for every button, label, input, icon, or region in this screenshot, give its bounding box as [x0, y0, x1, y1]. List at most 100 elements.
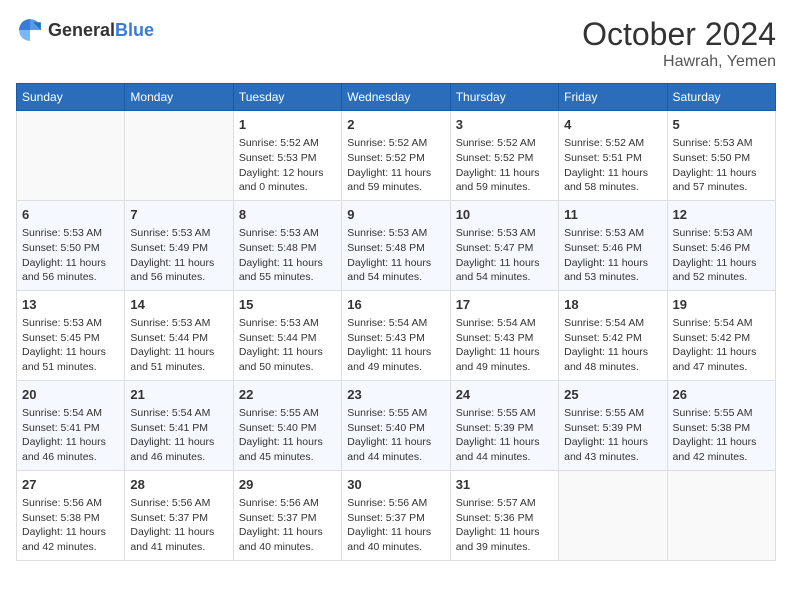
calendar-cell: 12 Sunrise: 5:53 AMSunset: 5:46 PMDayligh… [667, 200, 775, 290]
calendar-cell: 7Sunrise: 5:53 AMSunset: 5:49 PMDaylight… [125, 200, 233, 290]
calendar-cell: 29 Sunrise: 5:56 AMSunset: 5:37 PMDayligh… [233, 470, 341, 560]
calendar-cell: 26 Sunrise: 5:55 AMSunset: 5:38 PMDayligh… [667, 380, 775, 470]
calendar-cell [17, 111, 125, 201]
day-number: 3 [456, 116, 553, 134]
day-number: 26 [673, 386, 770, 404]
day-info: Sunrise: 5:53 AMSunset: 5:46 PMDaylight:… [564, 226, 661, 285]
day-info: Sunrise: 5:56 AMSunset: 5:37 PMDaylight:… [347, 496, 444, 555]
day-number: 27 [22, 476, 119, 494]
day-number: 14 [130, 296, 227, 314]
day-info: Sunrise: 5:54 AMSunset: 5:42 PMDaylight:… [673, 316, 770, 375]
weekday-header: Monday [125, 84, 233, 111]
day-number: 23 [347, 386, 444, 404]
weekday-header: Tuesday [233, 84, 341, 111]
day-info: Sunrise: 5:53 AMSunset: 5:44 PMDaylight:… [130, 316, 227, 375]
day-number: 25 [564, 386, 661, 404]
calendar-cell: 8Sunrise: 5:53 AMSunset: 5:48 PMDaylight… [233, 200, 341, 290]
weekday-header: Saturday [667, 84, 775, 111]
day-info: Sunrise: 5:54 AMSunset: 5:41 PMDaylight:… [130, 406, 227, 465]
weekday-header: Wednesday [342, 84, 450, 111]
calendar-cell: 1 Sunrise: 5:52 AMSunset: 5:53 PMDaylight… [233, 111, 341, 201]
day-number: 16 [347, 296, 444, 314]
calendar-week-row: 1 Sunrise: 5:52 AMSunset: 5:53 PMDaylight… [17, 111, 776, 201]
calendar-cell: 6Sunrise: 5:53 AMSunset: 5:50 PMDaylight… [17, 200, 125, 290]
day-number: 31 [456, 476, 553, 494]
logo-icon [16, 16, 44, 44]
day-info: Sunrise: 5:54 AMSunset: 5:43 PMDaylight:… [456, 316, 553, 375]
title-block: October 2024 Hawrah, Yemen [582, 16, 776, 71]
day-info: Sunrise: 5:54 AMSunset: 5:43 PMDaylight:… [347, 316, 444, 375]
logo: GeneralBlue [16, 16, 154, 44]
day-info: Sunrise: 5:53 AMSunset: 5:45 PMDaylight:… [22, 316, 119, 375]
day-info: Sunrise: 5:56 AMSunset: 5:37 PMDaylight:… [239, 496, 336, 555]
calendar-cell: 24 Sunrise: 5:55 AMSunset: 5:39 PMDayligh… [450, 380, 558, 470]
calendar-cell: 2 Sunrise: 5:52 AMSunset: 5:52 PMDaylight… [342, 111, 450, 201]
day-number: 2 [347, 116, 444, 134]
day-number: 15 [239, 296, 336, 314]
calendar-cell: 15 Sunrise: 5:53 AMSunset: 5:44 PMDayligh… [233, 290, 341, 380]
day-number: 11 [564, 206, 661, 224]
day-number: 5 [673, 116, 770, 134]
calendar-cell: 10 Sunrise: 5:53 AMSunset: 5:47 PMDayligh… [450, 200, 558, 290]
page-header: GeneralBlue October 2024 Hawrah, Yemen [16, 16, 776, 71]
day-info: Sunrise: 5:57 AMSunset: 5:36 PMDaylight:… [456, 496, 553, 555]
day-number: 19 [673, 296, 770, 314]
calendar-header-row: SundayMondayTuesdayWednesdayThursdayFrid… [17, 84, 776, 111]
day-info: Sunrise: 5:53 AMSunset: 5:48 PMDaylight:… [239, 226, 336, 285]
calendar-cell: 5Sunrise: 5:53 AMSunset: 5:50 PMDaylight… [667, 111, 775, 201]
day-number: 24 [456, 386, 553, 404]
calendar-cell: 14 Sunrise: 5:53 AMSunset: 5:44 PMDayligh… [125, 290, 233, 380]
calendar-cell: 16 Sunrise: 5:54 AMSunset: 5:43 PMDayligh… [342, 290, 450, 380]
calendar-cell: 27 Sunrise: 5:56 AMSunset: 5:38 PMDayligh… [17, 470, 125, 560]
calendar-cell: 20 Sunrise: 5:54 AMSunset: 5:41 PMDayligh… [17, 380, 125, 470]
day-number: 29 [239, 476, 336, 494]
day-number: 10 [456, 206, 553, 224]
calendar-cell: 23 Sunrise: 5:55 AMSunset: 5:40 PMDayligh… [342, 380, 450, 470]
day-number: 4 [564, 116, 661, 134]
day-info: Sunrise: 5:54 AMSunset: 5:42 PMDaylight:… [564, 316, 661, 375]
calendar-week-row: 20 Sunrise: 5:54 AMSunset: 5:41 PMDayligh… [17, 380, 776, 470]
day-number: 22 [239, 386, 336, 404]
day-info: Sunrise: 5:55 AMSunset: 5:40 PMDaylight:… [239, 406, 336, 465]
calendar-cell: 19 Sunrise: 5:54 AMSunset: 5:42 PMDayligh… [667, 290, 775, 380]
day-number: 1 [239, 116, 336, 134]
day-info: Sunrise: 5:54 AMSunset: 5:41 PMDaylight:… [22, 406, 119, 465]
day-info: Sunrise: 5:53 AMSunset: 5:44 PMDaylight:… [239, 316, 336, 375]
calendar-cell: 4Sunrise: 5:52 AMSunset: 5:51 PMDaylight… [559, 111, 667, 201]
day-info: Sunrise: 5:55 AMSunset: 5:38 PMDaylight:… [673, 406, 770, 465]
day-info: Sunrise: 5:52 AMSunset: 5:52 PMDaylight:… [347, 136, 444, 195]
calendar-table: SundayMondayTuesdayWednesdayThursdayFrid… [16, 83, 776, 561]
calendar-week-row: 6Sunrise: 5:53 AMSunset: 5:50 PMDaylight… [17, 200, 776, 290]
calendar-cell: 21 Sunrise: 5:54 AMSunset: 5:41 PMDayligh… [125, 380, 233, 470]
day-info: Sunrise: 5:55 AMSunset: 5:39 PMDaylight:… [456, 406, 553, 465]
calendar-cell [667, 470, 775, 560]
weekday-header: Thursday [450, 84, 558, 111]
calendar-week-row: 13Sunrise: 5:53 AMSunset: 5:45 PMDayligh… [17, 290, 776, 380]
day-info: Sunrise: 5:53 AMSunset: 5:46 PMDaylight:… [673, 226, 770, 285]
day-info: Sunrise: 5:56 AMSunset: 5:38 PMDaylight:… [22, 496, 119, 555]
calendar-cell: 22 Sunrise: 5:55 AMSunset: 5:40 PMDayligh… [233, 380, 341, 470]
day-info: Sunrise: 5:56 AMSunset: 5:37 PMDaylight:… [130, 496, 227, 555]
location-title: Hawrah, Yemen [582, 53, 776, 71]
day-number: 18 [564, 296, 661, 314]
day-number: 21 [130, 386, 227, 404]
day-number: 20 [22, 386, 119, 404]
day-number: 12 [673, 206, 770, 224]
calendar-cell [125, 111, 233, 201]
weekday-header: Friday [559, 84, 667, 111]
day-info: Sunrise: 5:55 AMSunset: 5:40 PMDaylight:… [347, 406, 444, 465]
day-info: Sunrise: 5:55 AMSunset: 5:39 PMDaylight:… [564, 406, 661, 465]
day-number: 28 [130, 476, 227, 494]
weekday-header: Sunday [17, 84, 125, 111]
calendar-cell: 9Sunrise: 5:53 AMSunset: 5:48 PMDaylight… [342, 200, 450, 290]
day-number: 9 [347, 206, 444, 224]
calendar-cell: 17Sunrise: 5:54 AMSunset: 5:43 PMDayligh… [450, 290, 558, 380]
logo-text-blue: Blue [115, 20, 154, 40]
calendar-cell: 30Sunrise: 5:56 AMSunset: 5:37 PMDayligh… [342, 470, 450, 560]
calendar-cell: 25 Sunrise: 5:55 AMSunset: 5:39 PMDayligh… [559, 380, 667, 470]
day-info: Sunrise: 5:53 AMSunset: 5:47 PMDaylight:… [456, 226, 553, 285]
calendar-cell: 31 Sunrise: 5:57 AMSunset: 5:36 PMDayligh… [450, 470, 558, 560]
calendar-cell: 28 Sunrise: 5:56 AMSunset: 5:37 PMDayligh… [125, 470, 233, 560]
month-title: October 2024 [582, 16, 776, 53]
day-info: Sunrise: 5:52 AMSunset: 5:53 PMDaylight:… [239, 136, 336, 195]
